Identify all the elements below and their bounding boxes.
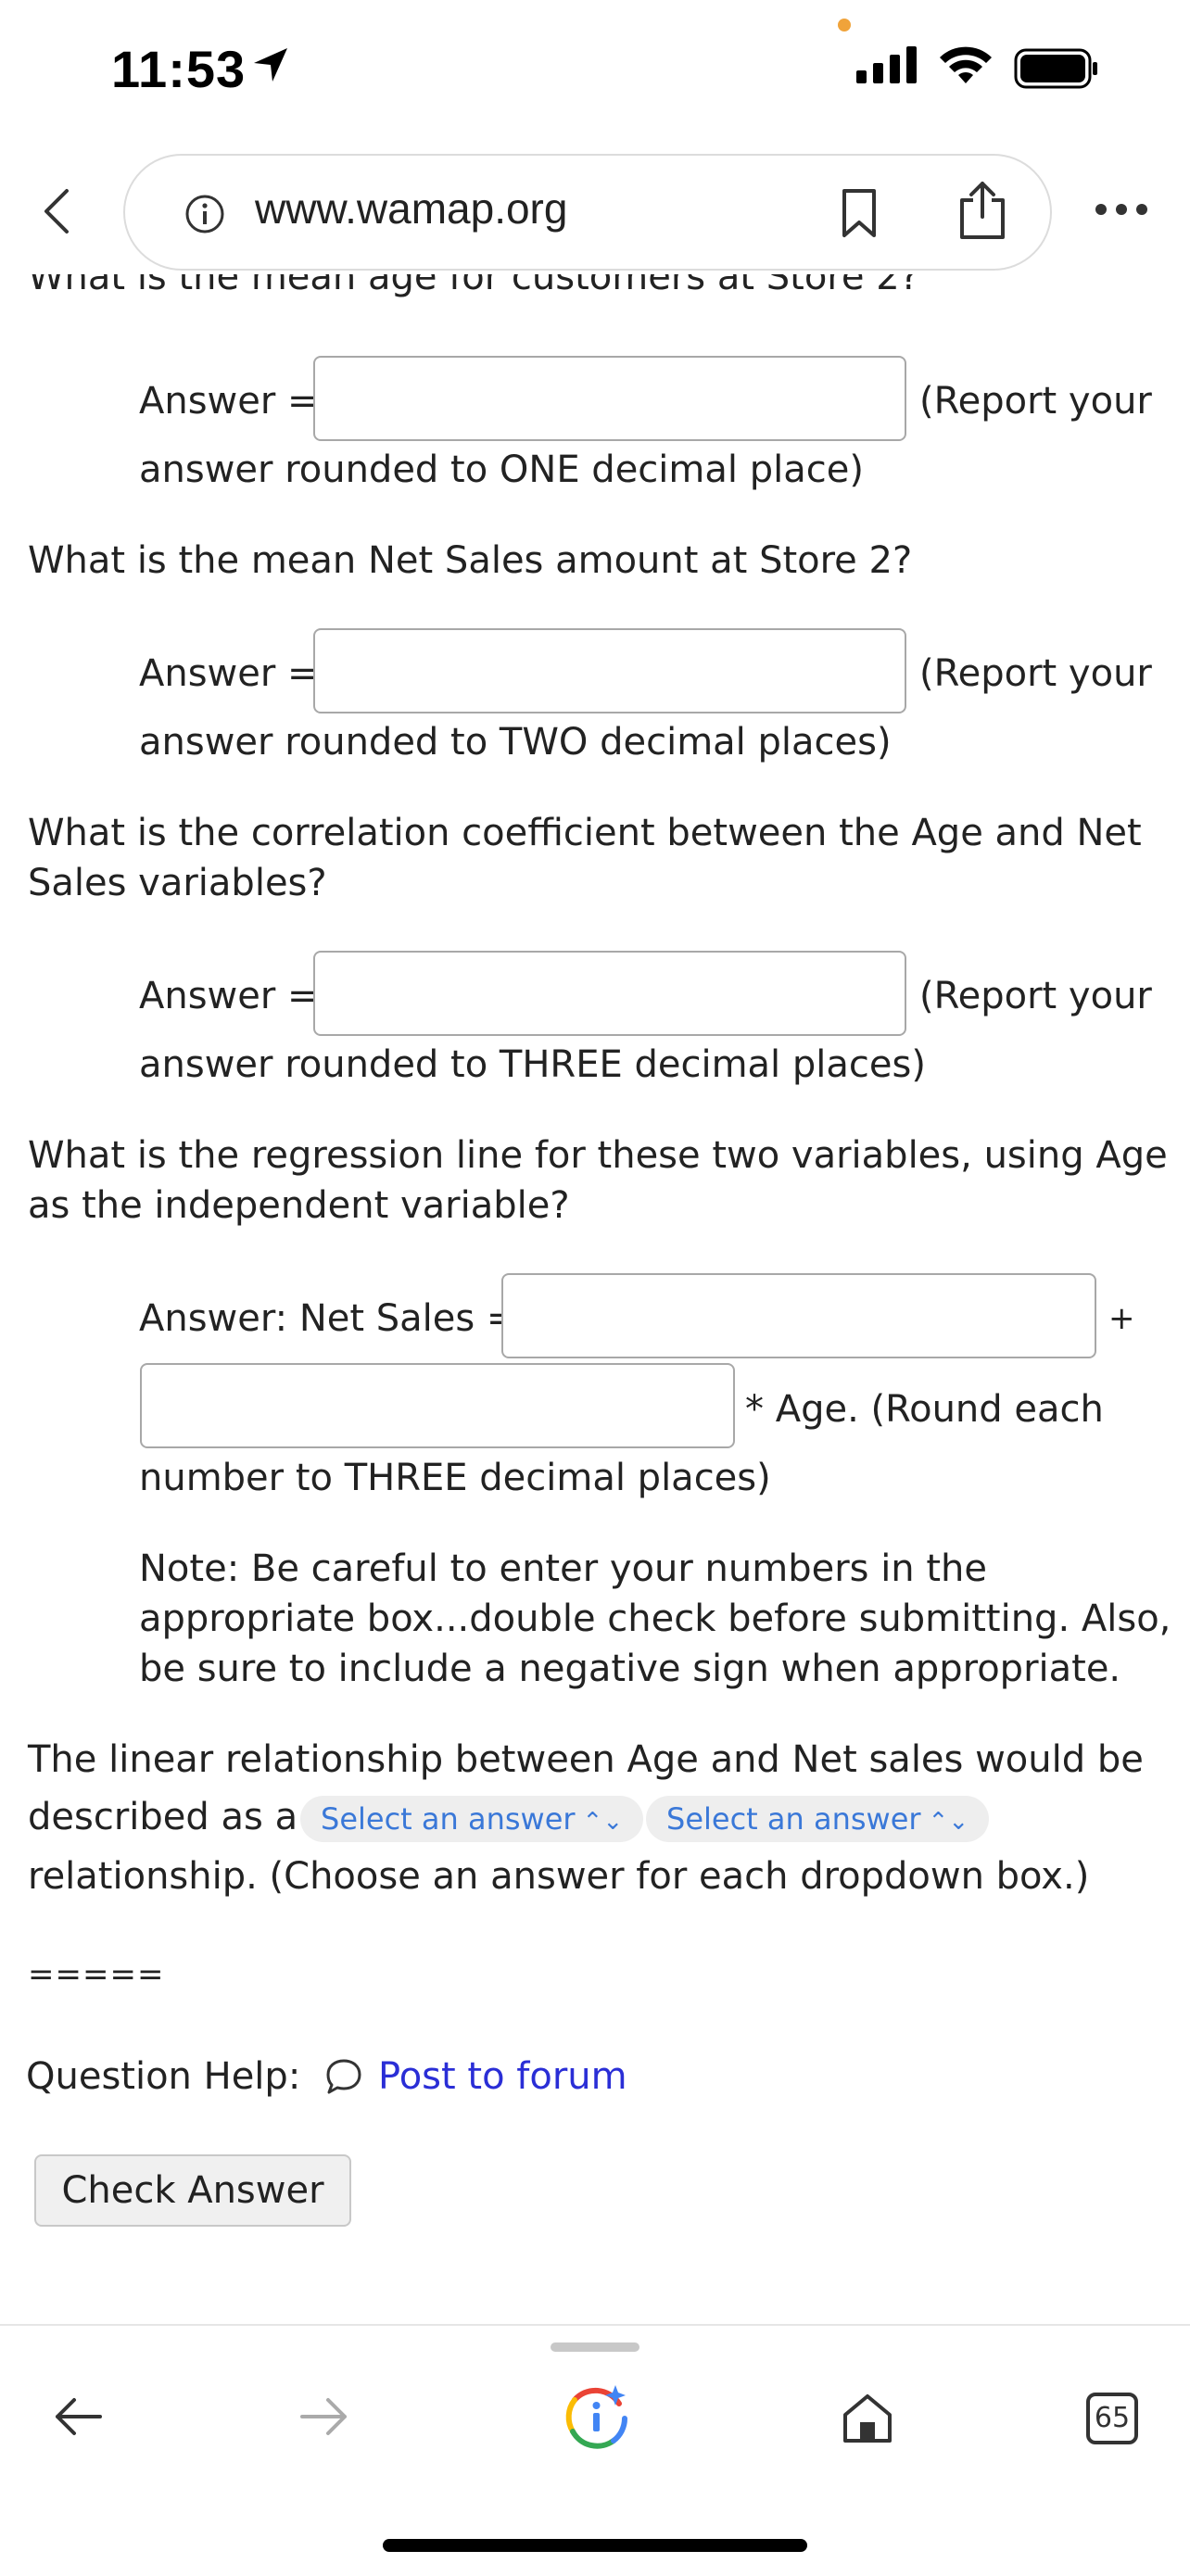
more-options-icon[interactable] xyxy=(1094,202,1149,221)
careful-note-line2: appropriate box...double check before su… xyxy=(139,1597,1171,1640)
status-time: 11:53 xyxy=(111,40,247,98)
answer-input-mean-age[interactable] xyxy=(313,356,906,441)
divider-text: ===== xyxy=(28,1956,165,1993)
location-arrow-icon xyxy=(250,44,291,89)
cut-off-question: What is the mean age for customers at St… xyxy=(28,274,919,298)
careful-note-line3: be sure to include a negative sign when … xyxy=(139,1648,1121,1690)
forward-arrow-icon[interactable] xyxy=(298,2394,350,2443)
report-note: (Report your xyxy=(919,975,1152,1017)
select-value: Select an answer xyxy=(321,1801,576,1837)
url-text[interactable]: www.wamap.org xyxy=(255,183,567,234)
question-correlation-line2: Sales variables? xyxy=(28,862,327,904)
answer-input-correlation[interactable] xyxy=(313,951,906,1036)
linear-relationship-prefix: described as a xyxy=(28,1796,298,1838)
battery-icon xyxy=(1014,48,1099,93)
home-indicator-bar xyxy=(383,2539,807,2552)
home-icon[interactable] xyxy=(840,2391,895,2450)
linear-relationship-line1: The linear relationship between Age and … xyxy=(28,1738,1144,1781)
cellular-signal-icon xyxy=(856,44,921,87)
wifi-icon xyxy=(936,43,995,89)
back-arrow-icon[interactable] xyxy=(52,2394,104,2443)
select-value: Select an answer xyxy=(666,1801,921,1837)
bookmark-icon[interactable] xyxy=(839,187,880,243)
report-note: (Report your xyxy=(919,380,1152,423)
round-note: number to THREE decimal places) xyxy=(139,1457,771,1499)
post-to-forum-link[interactable]: Post to forum xyxy=(378,2052,627,2102)
age-text: * Age. (Round each xyxy=(745,1388,1104,1431)
report-note-continued: answer rounded to TWO decimal places) xyxy=(139,721,892,764)
answer-label: Answer = xyxy=(139,975,319,1017)
question-regression-line2: as the independent variable? xyxy=(28,1184,570,1227)
careful-note-line1: Note: Be careful to enter your numbers i… xyxy=(139,1547,988,1590)
plus-sign: + xyxy=(1108,1300,1135,1337)
select-answer-dropdown-1[interactable]: Select an answer ⌃⌄ xyxy=(300,1796,644,1842)
sheet-drag-handle[interactable] xyxy=(551,2342,639,2352)
slope-input[interactable] xyxy=(140,1363,735,1448)
intercept-input[interactable] xyxy=(501,1273,1096,1358)
linear-relationship-line3: relationship. (Choose an answer for each… xyxy=(28,1855,1090,1898)
question-mean-net-sales: What is the mean Net Sales amount at Sto… xyxy=(28,539,913,582)
report-note: (Report your xyxy=(919,652,1152,695)
report-note-continued: answer rounded to THREE decimal places) xyxy=(139,1043,926,1086)
chevron-updown-icon: ⌃⌄ xyxy=(582,1808,624,1836)
question-correlation-line1: What is the correlation coefficient betw… xyxy=(28,812,1142,854)
question-regression-line1: What is the regression line for these tw… xyxy=(28,1134,1168,1177)
share-icon[interactable] xyxy=(955,180,1010,246)
answer-label: Answer = xyxy=(139,652,319,695)
back-chevron-icon[interactable] xyxy=(37,185,74,241)
answer-input-mean-net-sales[interactable] xyxy=(313,628,906,713)
tab-count-button[interactable]: 65 xyxy=(1086,2393,1138,2444)
site-info-icon[interactable] xyxy=(184,193,226,239)
question-help-label: Question Help: xyxy=(26,2055,301,2098)
net-sales-label: Answer: Net Sales = xyxy=(139,1297,518,1340)
privacy-indicator-dot xyxy=(838,19,851,32)
chevron-updown-icon: ⌃⌄ xyxy=(928,1808,969,1836)
report-note-continued: answer rounded to ONE decimal place) xyxy=(139,448,864,491)
select-answer-dropdown-2[interactable]: Select an answer ⌃⌄ xyxy=(646,1796,990,1842)
google-lens-icon[interactable] xyxy=(562,2381,632,2456)
check-answer-button[interactable]: Check Answer xyxy=(34,2154,351,2227)
answer-label: Answer = xyxy=(139,380,319,423)
speech-bubble-icon xyxy=(324,2057,363,2100)
